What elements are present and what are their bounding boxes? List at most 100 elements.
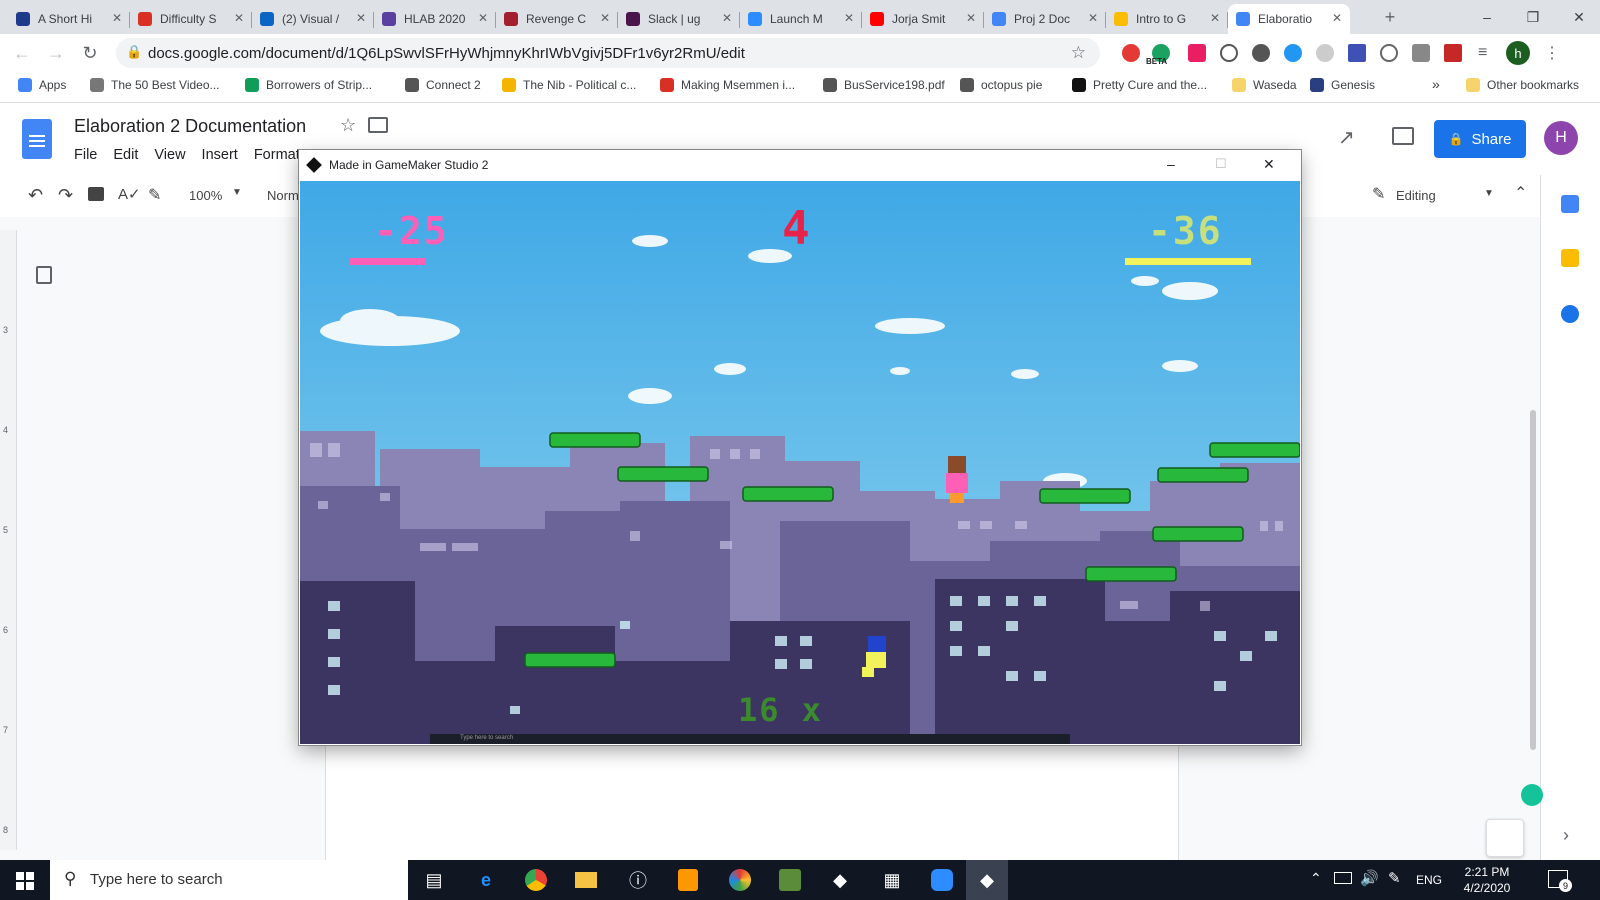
tab-close-icon[interactable]: ✕ — [356, 11, 366, 25]
zoom-icon[interactable] — [928, 866, 956, 894]
pocket-icon[interactable] — [1188, 44, 1206, 62]
tasks-icon[interactable] — [1561, 305, 1579, 323]
outline-icon[interactable] — [36, 266, 52, 284]
tab[interactable]: (2) Visual / ✕ — [252, 4, 374, 34]
mode-dropdown-icon[interactable]: ▼ — [1484, 188, 1494, 199]
tab-close-icon[interactable]: ✕ — [844, 11, 854, 25]
chrome-icon[interactable] — [522, 866, 550, 894]
tab-close-icon[interactable]: ✕ — [1088, 11, 1098, 25]
tab[interactable]: Slack | ug ✕ — [618, 4, 740, 34]
tab[interactable]: Launch M ✕ — [740, 4, 862, 34]
bookmark-item[interactable]: The Nib - Political c... — [502, 78, 636, 92]
pinterest-icon[interactable] — [1252, 44, 1270, 62]
file-explorer-icon[interactable] — [572, 866, 600, 894]
app-circle-icon[interactable]: ⓘ — [624, 866, 652, 894]
share-button[interactable]: 🔒 Share — [1434, 120, 1526, 158]
tab-active[interactable]: Elaboratio ✕ — [1228, 4, 1350, 34]
bookmark-item[interactable]: The 50 Best Video... — [90, 78, 220, 92]
tab[interactable]: Difficulty S ✕ — [130, 4, 252, 34]
new-tab-button[interactable]: + — [1376, 3, 1404, 31]
collapse-chevron-icon[interactable]: ⌃ — [1514, 183, 1527, 203]
language-indicator[interactable]: ENG — [1416, 873, 1442, 887]
menu-edit[interactable]: Edit — [113, 147, 138, 163]
forward-icon[interactable]: → — [42, 39, 70, 67]
explore-button[interactable] — [1486, 819, 1524, 857]
profile-avatar[interactable]: h — [1506, 41, 1530, 65]
notification-center-icon[interactable]: 9 — [1548, 870, 1572, 892]
game-minimize-button[interactable]: – — [1167, 156, 1175, 172]
bookmark-item[interactable]: Pretty Cure and the... — [1072, 78, 1207, 92]
game-titlebar[interactable]: Made in GameMaker Studio 2 – ☐ ✕ — [299, 150, 1301, 181]
tab[interactable]: Revenge C ✕ — [496, 4, 618, 34]
calendar-icon[interactable] — [1561, 195, 1579, 213]
tab[interactable]: Proj 2 Doc ✕ — [984, 4, 1106, 34]
tab-close-icon[interactable]: ✕ — [966, 11, 976, 25]
user-avatar[interactable]: H — [1544, 121, 1578, 155]
clock[interactable]: 2:21 PM 4/2/2020 — [1452, 864, 1522, 896]
zoom-select[interactable]: 100% — [189, 188, 222, 203]
sublime-icon[interactable] — [674, 866, 702, 894]
menu-format[interactable]: Format — [254, 147, 300, 163]
tab[interactable]: Jorja Smit ✕ — [862, 4, 984, 34]
spellcheck-icon[interactable]: A✓ — [118, 185, 141, 203]
expand-panel-icon[interactable]: › — [1563, 825, 1569, 846]
print-icon[interactable] — [88, 187, 104, 201]
reload-icon[interactable]: ↻ — [76, 39, 104, 67]
reading-list-icon[interactable]: ≡ — [1478, 44, 1487, 62]
move-folder-icon[interactable] — [368, 117, 388, 133]
bookmark-item[interactable]: BusService198.pdf — [823, 78, 945, 92]
grammarly-icon[interactable] — [1521, 784, 1543, 806]
activity-trend-icon[interactable]: ↗ — [1338, 125, 1355, 150]
ext-c-icon[interactable] — [1412, 44, 1430, 62]
volume-icon[interactable]: 🔊 — [1360, 869, 1379, 887]
zoom-dropdown-icon[interactable]: ▼ — [232, 187, 242, 198]
comments-icon[interactable] — [1392, 127, 1414, 145]
task-view-icon[interactable]: ▤ — [420, 866, 448, 894]
redo-icon[interactable]: ↷ — [58, 185, 73, 206]
maximize-button[interactable]: ❐ — [1510, 0, 1556, 34]
chrome-menu-icon[interactable]: ⋮ — [1544, 43, 1560, 63]
menu-file[interactable]: File — [74, 147, 97, 163]
game-maximize-button[interactable]: ☐ — [1215, 156, 1227, 172]
editing-mode[interactable]: Editing — [1396, 188, 1436, 203]
ext-kanji-icon[interactable] — [1348, 44, 1366, 62]
circle-ext-icon[interactable] — [1220, 44, 1238, 62]
tab-close-icon[interactable]: ✕ — [478, 11, 488, 25]
paint-format-icon[interactable]: ✎ — [148, 185, 161, 205]
pen-icon[interactable]: ✎ — [1388, 869, 1401, 887]
minimize-button[interactable]: – — [1464, 0, 1510, 34]
ext-ring-icon[interactable] — [1380, 44, 1398, 62]
paint-icon[interactable] — [726, 866, 754, 894]
show-hidden-icons-chevron[interactable]: ⌃ — [1310, 870, 1322, 887]
tab[interactable]: A Short Hi ✕ — [8, 4, 130, 34]
pdf-ext-icon[interactable] — [1444, 44, 1462, 62]
tab-close-icon[interactable]: ✕ — [112, 11, 122, 25]
star-icon[interactable]: ☆ — [340, 115, 356, 136]
minecraft-icon[interactable] — [776, 866, 804, 894]
active-game-taskbar-item[interactable]: ◆ — [966, 860, 1008, 900]
tab-close-icon[interactable]: ✕ — [722, 11, 732, 25]
calculator-icon[interactable]: ▦ — [878, 866, 906, 894]
undo-icon[interactable]: ↶ — [28, 185, 43, 206]
windows-start-icon[interactable] — [16, 872, 34, 890]
tab-close-icon[interactable]: ✕ — [234, 11, 244, 25]
edge-icon[interactable]: e — [472, 866, 500, 894]
bookmark-item[interactable]: Waseda — [1232, 78, 1297, 92]
keep-icon[interactable] — [1561, 249, 1579, 267]
bookmark-item[interactable]: octopus pie — [960, 78, 1042, 92]
address-bar[interactable]: 🔒 docs.google.com/document/d/1Q6LpSwvlSF… — [116, 38, 1100, 68]
menu-view[interactable]: View — [154, 147, 185, 163]
scrollbar[interactable] — [1530, 410, 1536, 750]
more-bookmarks-chevron[interactable]: » — [1432, 76, 1440, 92]
document-title[interactable]: Elaboration 2 Documentation — [74, 116, 306, 137]
tab-close-icon[interactable]: ✕ — [1210, 11, 1220, 25]
tab-close-icon[interactable]: ✕ — [600, 11, 610, 25]
close-window-button[interactable]: ✕ — [1556, 0, 1600, 34]
tab[interactable]: Intro to G ✕ — [1106, 4, 1228, 34]
bookmark-item[interactable]: Genesis — [1310, 78, 1375, 92]
gamemaker-ide-icon[interactable]: ◆ — [826, 866, 854, 894]
taskbar-search-box[interactable]: ⚲ Type here to search — [50, 860, 408, 900]
back-icon[interactable]: ← — [8, 39, 36, 67]
bookmark-item[interactable]: Apps — [18, 78, 66, 92]
ext-blue-icon[interactable] — [1284, 44, 1302, 62]
